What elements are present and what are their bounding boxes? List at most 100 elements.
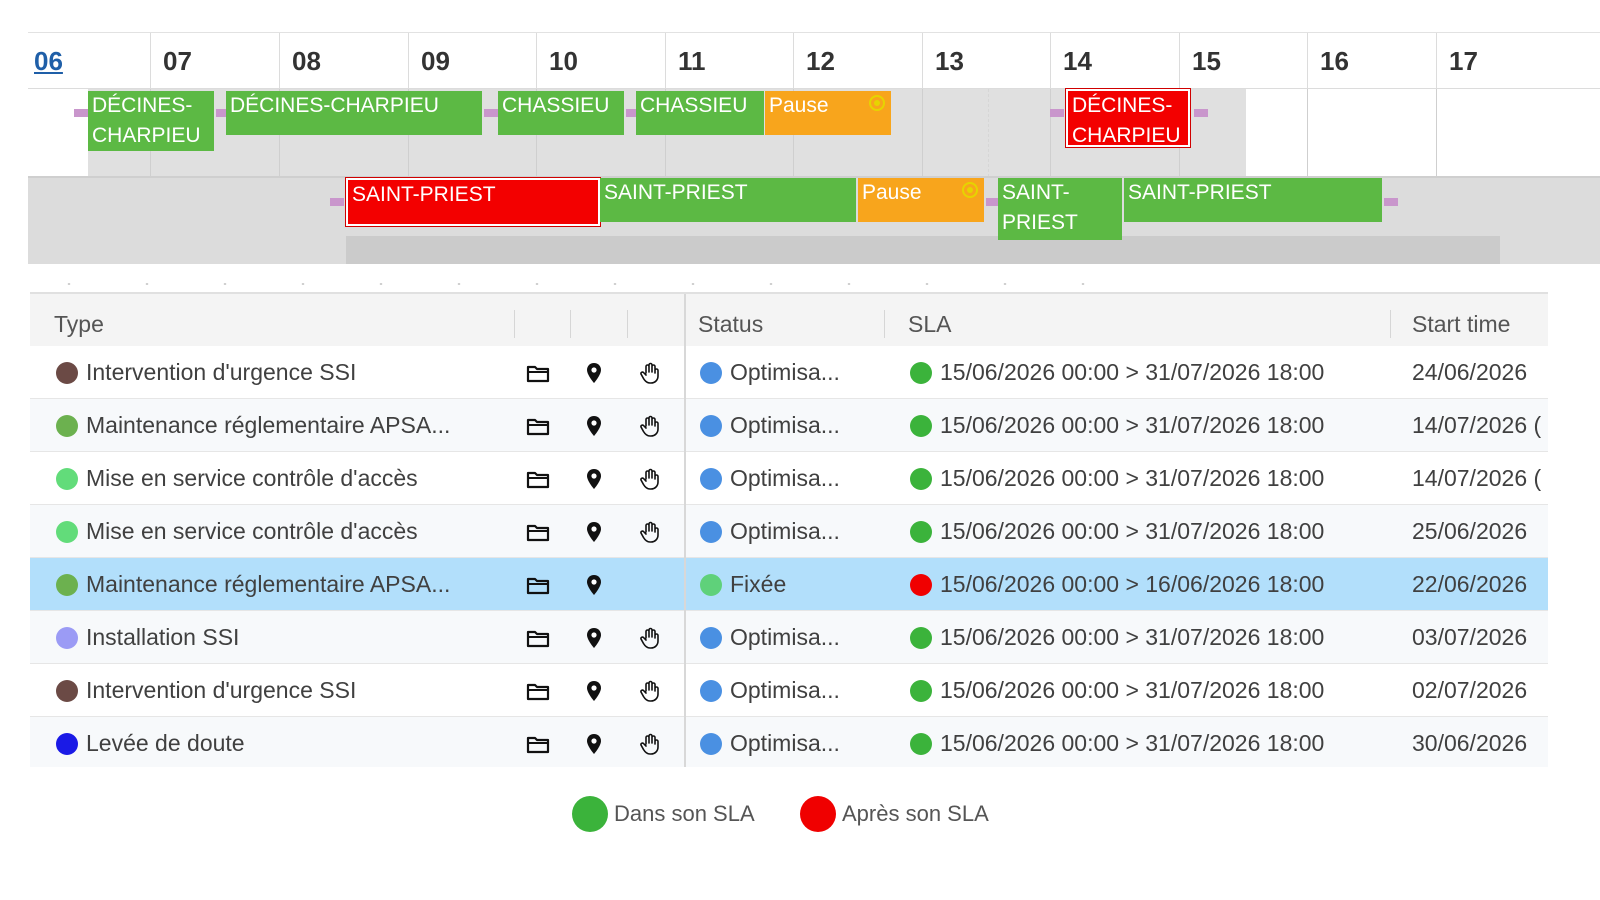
type-color-dot xyxy=(56,362,78,384)
table-header: Type Status SLA Start time xyxy=(30,294,1548,354)
status-cell: Optimisa... xyxy=(730,624,840,650)
type-cell: Levée de doute xyxy=(86,730,245,756)
task-block[interactable]: DÉCINES-CHARPIEU xyxy=(226,91,482,135)
column-header-type[interactable]: Type xyxy=(30,294,104,354)
table-row[interactable]: Installation SSI Optimisa... 15/06/2026 00… xyxy=(30,611,1548,664)
folder-icon[interactable] xyxy=(526,520,550,544)
sla-status-dot xyxy=(910,521,932,543)
status-dot xyxy=(700,521,722,543)
pause-label: Pause xyxy=(862,181,922,204)
table-row[interactable]: Mise en service contrôle d'accès Optimisa… xyxy=(30,452,1548,505)
status-cell: Optimisa... xyxy=(730,518,840,544)
status-cell: Optimisa... xyxy=(730,465,840,491)
hour-06[interactable]: 06 xyxy=(28,33,150,89)
type-color-dot xyxy=(56,468,78,490)
table-row[interactable]: Levée de doute Optimisa... 15/06/2026 00:0… xyxy=(30,717,1548,767)
hand-icon[interactable] xyxy=(638,361,662,385)
column-separator[interactable] xyxy=(514,310,515,338)
folder-icon[interactable] xyxy=(526,414,550,438)
task-block[interactable]: SAINT-PRIEST xyxy=(600,178,856,222)
table-row[interactable]: Intervention d'urgence SSI Optimisa... 15/… xyxy=(30,664,1548,717)
hour-08: 08 xyxy=(279,33,408,89)
hour-13: 13 xyxy=(922,33,1050,89)
table-row[interactable]: Mise en service contrôle d'accès Optimisa… xyxy=(30,505,1548,558)
type-color-dot xyxy=(56,680,78,702)
sla-cell: 15/06/2026 00:00 > 31/07/2026 18:00 xyxy=(940,677,1325,703)
type-color-dot xyxy=(56,627,78,649)
type-color-dot xyxy=(56,733,78,755)
location-pin-icon[interactable] xyxy=(582,732,606,756)
legend-in-sla: Dans son SLA xyxy=(572,796,772,832)
hand-icon[interactable] xyxy=(638,626,662,650)
hour-10: 10 xyxy=(536,33,665,89)
column-header-sla[interactable]: SLA xyxy=(884,294,951,354)
type-cell: Mise en service contrôle d'accès xyxy=(86,518,418,544)
start-time-cell: 22/06/2026 xyxy=(1412,571,1528,597)
table-row[interactable]: Intervention d'urgence SSI Optimisa... 15/… xyxy=(30,346,1548,399)
location-pin-icon[interactable] xyxy=(582,467,606,491)
sla-status-dot xyxy=(910,415,932,437)
separator-dots xyxy=(30,283,1130,285)
task-block-late[interactable]: DÉCINES-CHARPIEU xyxy=(1065,88,1191,148)
location-pin-icon[interactable] xyxy=(582,414,606,438)
sla-cell: 15/06/2026 00:00 > 31/07/2026 18:00 xyxy=(940,518,1325,544)
folder-icon[interactable] xyxy=(526,626,550,650)
status-dot xyxy=(700,415,722,437)
sla-cell: 15/06/2026 00:00 > 31/07/2026 18:00 xyxy=(940,730,1325,756)
status-dot xyxy=(700,574,722,596)
type-cell: Installation SSI xyxy=(86,624,240,650)
legend-label: Dans son SLA xyxy=(614,801,755,826)
hand-icon[interactable] xyxy=(638,679,662,703)
type-cell: Maintenance réglementaire APSA... xyxy=(86,571,451,597)
travel-link xyxy=(330,198,344,206)
pause-block[interactable]: Pause xyxy=(858,178,984,222)
folder-icon[interactable] xyxy=(526,679,550,703)
travel-link xyxy=(74,109,88,117)
table-row[interactable]: Maintenance réglementaire APSA... Optimis… xyxy=(30,399,1548,452)
status-cell: Optimisa... xyxy=(730,359,840,385)
start-time-cell: 14/07/2026 ( xyxy=(1412,412,1542,438)
task-block[interactable]: DÉCINES-CHARPIEU xyxy=(88,91,214,151)
hour-gridline xyxy=(1050,89,1051,177)
task-block[interactable]: CHASSIEU xyxy=(498,91,624,135)
interventions-table: Type Status SLA Start time Intervention … xyxy=(30,292,1548,767)
folder-icon[interactable] xyxy=(526,573,550,597)
start-time-cell: 24/06/2026 xyxy=(1412,359,1528,385)
location-pin-icon[interactable] xyxy=(582,679,606,703)
task-block-late[interactable]: SAINT-PRIEST xyxy=(345,177,601,227)
sla-status-dot xyxy=(910,627,932,649)
table-row[interactable]: Maintenance réglementaire APSA... Fixée 15… xyxy=(30,558,1548,611)
hand-icon[interactable] xyxy=(638,732,662,756)
column-header-status[interactable]: Status xyxy=(674,294,763,354)
task-block[interactable]: SAINT-PRIEST xyxy=(1124,178,1382,222)
folder-icon[interactable] xyxy=(526,467,550,491)
location-pin-icon[interactable] xyxy=(582,626,606,650)
hand-icon[interactable] xyxy=(638,520,662,544)
location-pin-icon[interactable] xyxy=(582,573,606,597)
type-cell: Maintenance réglementaire APSA... xyxy=(86,412,451,438)
location-pin-icon[interactable] xyxy=(582,361,606,385)
hand-icon[interactable] xyxy=(638,467,662,491)
folder-icon[interactable] xyxy=(526,732,550,756)
hour-gridline xyxy=(1436,89,1437,177)
task-block[interactable]: SAINT-PRIEST xyxy=(998,178,1122,240)
column-header-start-time[interactable]: Start time xyxy=(1388,294,1510,354)
hour-14: 14 xyxy=(1050,33,1179,89)
sla-status-dot xyxy=(910,468,932,490)
start-time-cell: 03/07/2026 xyxy=(1412,624,1528,650)
folder-icon[interactable] xyxy=(526,361,550,385)
hour-header: 06 07 08 09 10 11 12 13 14 15 16 17 xyxy=(28,32,1600,89)
status-cell: Optimisa... xyxy=(730,677,840,703)
location-pin-icon[interactable] xyxy=(582,520,606,544)
type-color-dot xyxy=(56,415,78,437)
travel-link xyxy=(1050,109,1064,117)
start-time-cell: 14/07/2026 ( xyxy=(1412,465,1542,491)
status-dot xyxy=(700,680,722,702)
task-block[interactable]: CHASSIEU xyxy=(636,91,764,135)
frozen-column-divider xyxy=(684,294,686,767)
column-separator[interactable] xyxy=(570,310,571,338)
column-separator[interactable] xyxy=(627,310,628,338)
status-cell: Fixée xyxy=(730,571,787,597)
pause-block[interactable]: Pause xyxy=(765,91,891,135)
hand-icon[interactable] xyxy=(638,414,662,438)
